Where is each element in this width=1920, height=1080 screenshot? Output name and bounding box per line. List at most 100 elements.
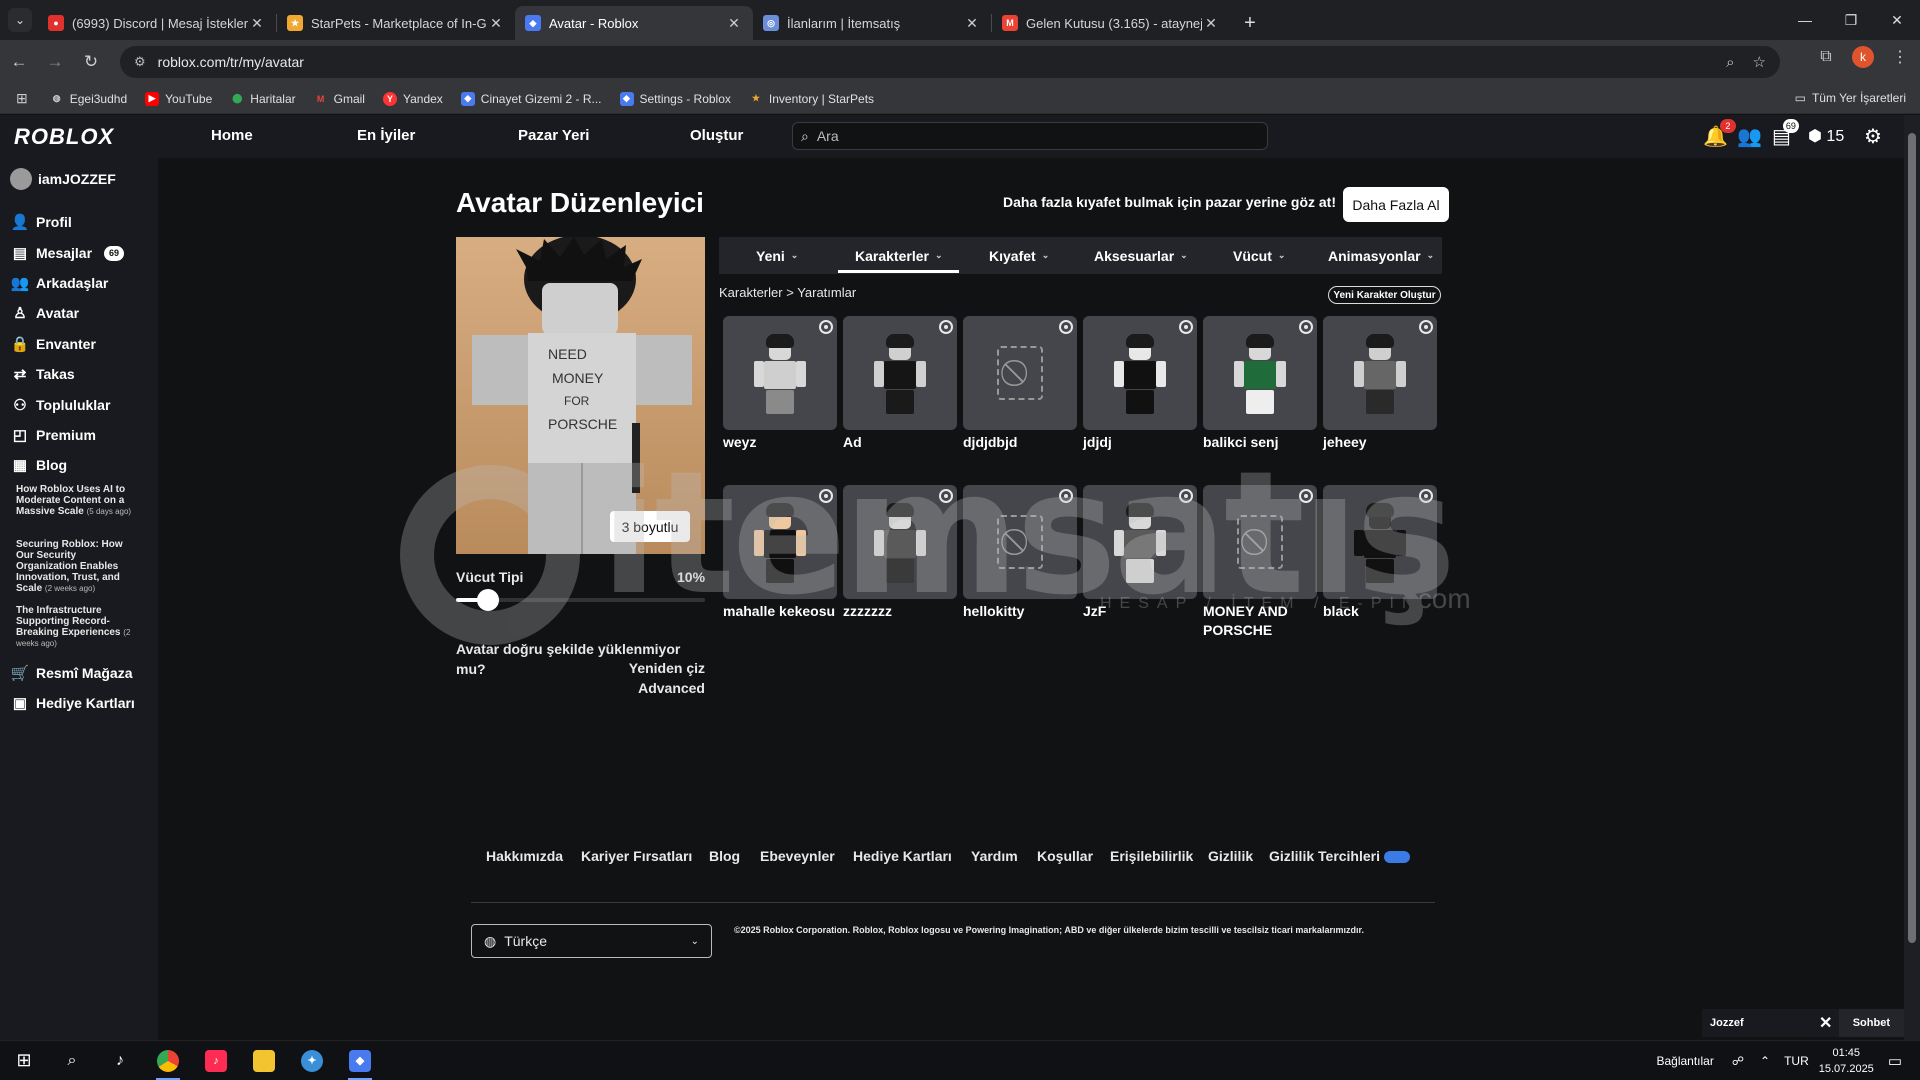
tiktok-app-icon[interactable]: ♪: [192, 1041, 240, 1080]
footer-link-about[interactable]: Hakkımızda: [486, 848, 563, 864]
bookmark-item[interactable]: Y Yandex: [382, 91, 443, 106]
gear-icon[interactable]: [1179, 320, 1193, 334]
settings-gear-icon[interactable]: ⚙: [1864, 124, 1882, 149]
gear-icon[interactable]: [1299, 489, 1313, 503]
footer-link-help[interactable]: Yardım: [971, 848, 1018, 864]
sidebar-item-gift-cards[interactable]: ▣ Hediye Kartları: [10, 694, 135, 712]
browser-tab[interactable]: M Gelen Kutusu (3.165) - ataynejd ✕: [992, 6, 1230, 40]
tab-clothing[interactable]: Kıyafet ⌄: [989, 237, 1049, 274]
breadcrumb-parent[interactable]: Karakterler: [719, 285, 783, 300]
gear-icon[interactable]: [1419, 320, 1433, 334]
nav-top[interactable]: En İyiler: [357, 127, 415, 144]
tab-body[interactable]: Vücut ⌄: [1233, 237, 1285, 274]
character-card[interactable]: [1203, 316, 1317, 430]
search-input[interactable]: ⌕ Ara: [792, 122, 1268, 150]
create-character-button[interactable]: Yeni Karakter Oluştur: [1328, 286, 1441, 304]
nav-create[interactable]: Oluştur: [690, 127, 743, 144]
redraw-link[interactable]: Yeniden çiz: [629, 660, 705, 676]
character-card[interactable]: [843, 485, 957, 599]
character-card[interactable]: ⃠: [1203, 485, 1317, 599]
gear-icon[interactable]: [1059, 489, 1073, 503]
gear-icon[interactable]: [939, 320, 953, 334]
site-info-icon[interactable]: ⚙: [134, 54, 146, 70]
sidebar-item-profile[interactable]: 👤 Profil: [10, 213, 72, 231]
browser-tab[interactable]: ● (6993) Discord | Mesaj İstekleri ✕: [38, 6, 276, 40]
gear-icon[interactable]: [939, 489, 953, 503]
robux-balance[interactable]: ⬢ 15: [1808, 126, 1844, 146]
gear-icon[interactable]: [1059, 320, 1073, 334]
character-card[interactable]: [843, 316, 957, 430]
sidebar-item-messages[interactable]: ▤ Mesajlar 69: [10, 244, 125, 262]
sidebar-item-avatar[interactable]: ♙ Avatar: [10, 304, 79, 322]
roblox-logo[interactable]: ROBLOX: [14, 124, 114, 150]
sidebar-item-official-store[interactable]: 🛒 Resmî Mağaza: [10, 664, 133, 682]
get-more-button[interactable]: Daha Fazla Al: [1343, 187, 1449, 222]
file-explorer-icon[interactable]: [240, 1041, 288, 1080]
character-card[interactable]: [1083, 316, 1197, 430]
nav-home[interactable]: Home: [211, 127, 253, 144]
notifications-icon[interactable]: 🔔 2: [1703, 119, 1736, 149]
tab-characters[interactable]: Karakterler ⌄: [855, 237, 942, 274]
sidebar-item-groups[interactable]: ⚇ Topluluklar: [10, 396, 110, 414]
sidebar-item-inventory[interactable]: 🔒 Envanter: [10, 335, 96, 353]
browser-tab[interactable]: ◎ İlanlarım | İtemsatış ✕: [753, 6, 991, 40]
people-icon[interactable]: ☍: [1732, 1054, 1744, 1068]
gear-icon[interactable]: [819, 320, 833, 334]
chrome-icon[interactable]: [144, 1041, 192, 1080]
bookmark-item[interactable]: ◆ Cinayet Gizemi 2 - R...: [460, 91, 602, 106]
close-tab-icon[interactable]: ✕: [487, 15, 505, 32]
blog-post-link[interactable]: How Roblox Uses AI to Moderate Content o…: [16, 484, 134, 517]
connections-label[interactable]: Bağlantılar: [1656, 1054, 1713, 1068]
gear-app-icon[interactable]: ✦: [288, 1041, 336, 1080]
roblox-app-icon[interactable]: ◆: [336, 1041, 384, 1080]
bookmark-item[interactable]: M Gmail: [314, 92, 365, 106]
gear-icon[interactable]: [819, 489, 833, 503]
character-card[interactable]: [1323, 316, 1437, 430]
tiktok-icon[interactable]: ♪: [96, 1041, 144, 1080]
footer-link-accessibility[interactable]: Erişilebilirlik: [1110, 848, 1193, 864]
close-tab-icon[interactable]: ✕: [248, 15, 266, 32]
menu-kebab-icon[interactable]: ⋮: [1888, 47, 1912, 67]
character-card[interactable]: [723, 485, 837, 599]
back-icon[interactable]: ←: [2, 45, 36, 79]
forward-icon[interactable]: →: [38, 45, 72, 79]
language-select[interactable]: ◍ Türkçe ⌄: [471, 924, 712, 958]
close-window-icon[interactable]: ✕: [1874, 0, 1920, 40]
clock[interactable]: 01:45 15.07.2025: [1819, 1045, 1874, 1077]
gear-icon[interactable]: [1419, 489, 1433, 503]
character-card[interactable]: [1323, 485, 1437, 599]
bookmark-item[interactable]: ★ Inventory | StarPets: [749, 92, 874, 106]
sidebar-item-premium[interactable]: ◰ Premium: [10, 426, 96, 444]
gear-icon[interactable]: [1299, 320, 1313, 334]
extensions-icon[interactable]: ⧉: [1814, 48, 1838, 66]
bookmark-item[interactable]: ▶ YouTube: [145, 91, 212, 106]
friends-icon[interactable]: 👥: [1737, 124, 1762, 149]
reload-icon[interactable]: ↻: [74, 45, 108, 79]
sidebar-item-trade[interactable]: ⇄ Takas: [10, 365, 75, 383]
windows-start-icon[interactable]: ⊞: [0, 1041, 48, 1080]
footer-link-privacy-preferences[interactable]: Gizlilik Tercihleri: [1269, 848, 1411, 864]
character-card[interactable]: ⃠: [963, 316, 1077, 430]
bookmark-item[interactable]: ⬤ Haritalar: [230, 92, 295, 106]
browser-tab-active[interactable]: ◆ Avatar - Roblox ✕: [515, 6, 753, 40]
notifications-center-icon[interactable]: ▭: [1888, 1052, 1902, 1070]
sidebar-item-friends[interactable]: 👥 Arkadaşlar: [10, 274, 109, 292]
user-profile-link[interactable]: iamJOZZEF: [10, 168, 116, 190]
tab-new[interactable]: Yeni ⌄: [756, 237, 798, 274]
close-tab-icon[interactable]: ✕: [725, 15, 743, 32]
apps-grid-icon[interactable]: ⊞: [16, 90, 28, 107]
tab-accessories[interactable]: Aksesuarlar ⌄: [1094, 237, 1188, 274]
address-bar[interactable]: ⚙ roblox.com/tr/my/avatar ⌕ ☆: [120, 46, 1780, 78]
close-tab-icon[interactable]: ✕: [963, 15, 981, 32]
input-language[interactable]: TUR: [1784, 1054, 1809, 1068]
restore-icon[interactable]: ❐: [1828, 0, 1874, 40]
gear-icon[interactable]: [1179, 489, 1193, 503]
blog-post-link[interactable]: Securing Roblox: How Our Security Organi…: [16, 539, 134, 594]
nav-marketplace[interactable]: Pazar Yeri: [518, 127, 589, 144]
bookmark-item[interactable]: ◍ Egei3udhd: [50, 92, 127, 106]
character-card[interactable]: [1083, 485, 1197, 599]
footer-link-terms[interactable]: Koşullar: [1037, 848, 1093, 864]
page-scrollbar[interactable]: [1904, 115, 1920, 1040]
tab-search-button[interactable]: ⌄: [8, 8, 32, 32]
profile-avatar[interactable]: k: [1852, 46, 1874, 68]
